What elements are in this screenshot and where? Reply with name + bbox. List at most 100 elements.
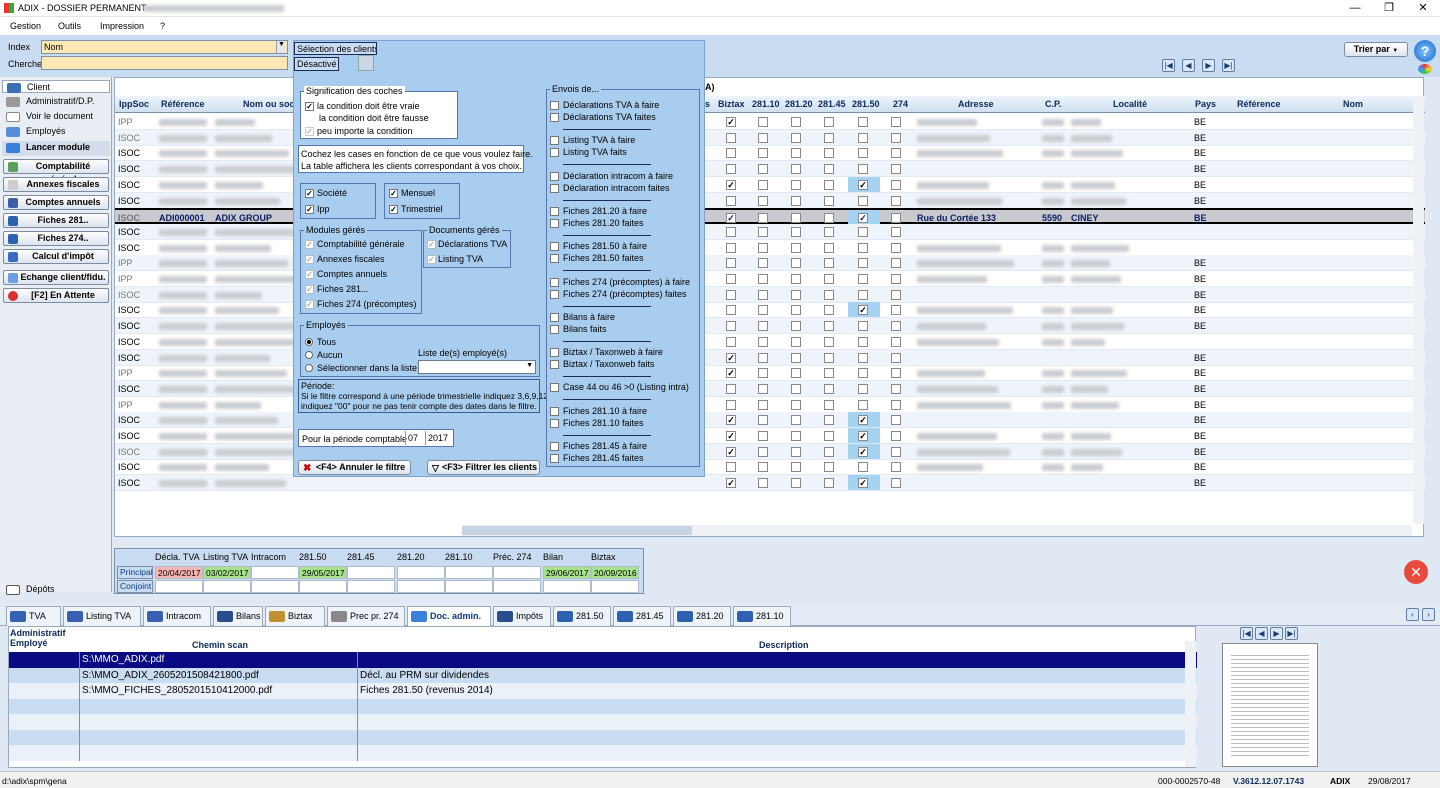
row-checkbox[interactable] [758, 258, 768, 269]
row-checkbox[interactable] [891, 258, 901, 269]
module-274-checkbox[interactable] [305, 300, 314, 309]
preview-next-icon[interactable]: ▶ [1270, 627, 1283, 640]
periode-year-input[interactable]: 2017 [425, 431, 453, 445]
envoi-checkbox[interactable] [550, 324, 559, 334]
description-header[interactable]: Description [759, 640, 809, 650]
module-calcul-impot-button[interactable]: Calcul d'impôt [3, 249, 109, 264]
row-checkbox[interactable] [726, 368, 736, 379]
ipp-checkbox[interactable] [305, 205, 314, 214]
next-record-icon[interactable]: ▶ [1202, 59, 1215, 72]
row-checkbox[interactable] [758, 305, 768, 316]
envoi-checkbox[interactable] [550, 218, 559, 228]
row-checkbox[interactable] [758, 431, 768, 441]
row-checkbox[interactable] [791, 132, 801, 143]
row-checkbox[interactable] [758, 226, 768, 237]
employes-aucun-radio[interactable] [305, 351, 313, 359]
tab-4[interactable]: Biztax [265, 606, 325, 626]
row-checkbox[interactable] [726, 336, 736, 347]
row-checkbox[interactable] [858, 242, 868, 253]
tab-6[interactable]: Doc. admin. [407, 606, 491, 626]
row-checkbox[interactable] [824, 399, 834, 410]
module-comptes-checkbox[interactable] [305, 270, 314, 279]
principal-date-cell[interactable]: 29/05/2017 [299, 566, 347, 579]
conjoint-date-cell[interactable] [445, 580, 493, 593]
menu-help[interactable]: ? [160, 21, 165, 31]
module-compta-checkbox[interactable] [305, 240, 314, 249]
row-checkbox[interactable] [758, 415, 768, 426]
col-localite[interactable]: Localité [1113, 99, 1147, 109]
row-checkbox[interactable] [791, 195, 801, 206]
index-select[interactable]: Nom ▼ [41, 40, 288, 54]
conjoint-date-cell[interactable] [543, 580, 591, 593]
col-nom-2[interactable]: Nom [1343, 99, 1363, 109]
row-checkbox[interactable] [858, 415, 868, 426]
row-checkbox[interactable] [824, 274, 834, 284]
row-checkbox[interactable] [824, 431, 834, 441]
row-checkbox[interactable] [824, 462, 834, 473]
row-checkbox[interactable] [726, 446, 736, 457]
row-checkbox[interactable] [891, 289, 901, 300]
row-checkbox[interactable] [726, 289, 736, 300]
envoi-checkbox[interactable] [550, 183, 559, 193]
row-checkbox[interactable] [858, 132, 868, 143]
sidebar-item-administratif[interactable]: Administratif/D.P. [2, 95, 110, 108]
row-checkbox[interactable] [858, 478, 868, 489]
tab-5[interactable]: Prec pr. 274 [327, 606, 405, 626]
principal-date-cell[interactable] [347, 566, 395, 579]
row-checkbox[interactable] [891, 132, 901, 143]
row-checkbox[interactable] [824, 179, 834, 190]
any-checkbox[interactable] [305, 127, 314, 136]
row-checkbox[interactable] [791, 117, 801, 127]
tab-9[interactable]: 281.45 [613, 606, 671, 626]
row-checkbox[interactable] [858, 289, 868, 300]
envoi-checkbox[interactable] [550, 277, 559, 287]
apply-filter-button[interactable]: ▽ <F3> Filtrer les clients [427, 460, 540, 475]
envoi-checkbox[interactable] [550, 148, 559, 158]
row-checkbox[interactable] [858, 336, 868, 347]
row-checkbox[interactable] [824, 164, 834, 175]
row-checkbox[interactable] [726, 274, 736, 284]
row-checkbox[interactable] [891, 321, 901, 332]
row-checkbox[interactable] [891, 415, 901, 426]
conjoint-date-cell[interactable] [347, 580, 395, 593]
documents-vscroll[interactable] [1185, 641, 1196, 767]
principal-date-cell[interactable]: 03/02/2017 [203, 566, 251, 579]
trimestriel-checkbox[interactable] [389, 205, 398, 214]
row-checkbox[interactable] [891, 305, 901, 316]
row-checkbox[interactable] [891, 478, 901, 489]
row-checkbox[interactable] [858, 258, 868, 269]
chevron-down-icon[interactable]: ▼ [276, 41, 286, 53]
col-s[interactable]: s [705, 99, 710, 109]
envoi-checkbox[interactable] [550, 360, 559, 370]
row-checkbox[interactable] [824, 321, 834, 332]
col-nom[interactable]: Nom ou soci [243, 99, 297, 109]
row-checkbox[interactable] [858, 213, 868, 224]
module-comptabilite-button[interactable]: Comptabilité générale [3, 159, 109, 184]
module-echange-button[interactable]: Echange client/fidu. [3, 270, 109, 285]
row-checkbox[interactable] [891, 336, 901, 347]
row-checkbox[interactable] [891, 431, 901, 441]
societe-checkbox[interactable] [305, 189, 314, 198]
row-checkbox[interactable] [891, 226, 901, 237]
conjoint-date-cell[interactable] [299, 580, 347, 593]
row-checkbox[interactable] [726, 352, 736, 363]
row-checkbox[interactable] [824, 383, 834, 394]
row-checkbox[interactable] [726, 117, 736, 127]
menu-gestion[interactable]: Gestion [10, 21, 41, 31]
list-item[interactable] [9, 729, 1197, 746]
envoi-checkbox[interactable] [550, 113, 559, 122]
tab-8[interactable]: 281.50 [553, 606, 611, 626]
principal-date-cell[interactable]: 20/04/2017 [155, 566, 203, 579]
row-checkbox[interactable] [791, 415, 801, 426]
list-item[interactable] [9, 698, 1197, 715]
sort-button[interactable]: Trier par ▼ [1344, 42, 1408, 57]
document-preview[interactable] [1222, 643, 1318, 767]
menu-impression[interactable]: Impression [100, 21, 144, 31]
row-checkbox[interactable] [824, 415, 834, 426]
cancel-filter-button[interactable]: ✖ <F4> Annuler le filtre [298, 460, 411, 475]
row-checkbox[interactable] [824, 446, 834, 457]
row-checkbox[interactable] [758, 132, 768, 143]
close-window-button[interactable]: ✕ [1406, 0, 1440, 17]
row-checkbox[interactable] [824, 226, 834, 237]
row-checkbox[interactable] [858, 195, 868, 206]
